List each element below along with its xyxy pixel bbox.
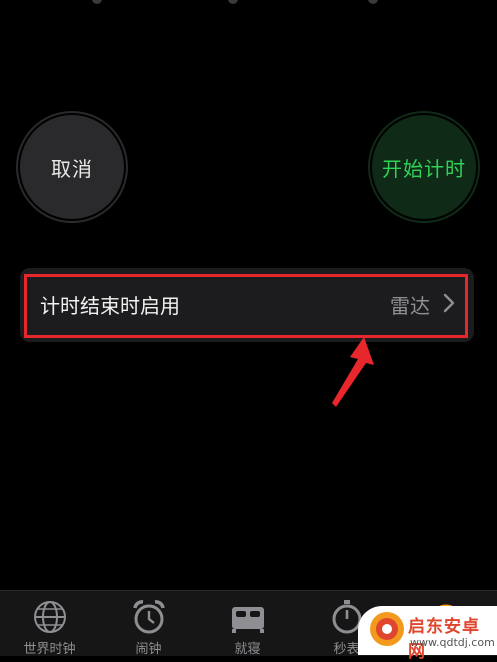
- tab-bedtime[interactable]: 就寝: [198, 591, 297, 657]
- watermark-url: www.qdtdj.com: [410, 636, 495, 649]
- tab-alarm[interactable]: 闹钟: [99, 591, 198, 657]
- time-picker-remnant[interactable]: [0, 0, 497, 12]
- tab-alarm-label: 闹钟: [135, 642, 162, 657]
- start-timer-button-label: 开始计时: [382, 156, 466, 181]
- bed-icon: [231, 607, 264, 633]
- tab-bedtime-label: 就寝: [234, 642, 261, 657]
- globe-icon: [33, 601, 66, 633]
- cancel-button[interactable]: 取消: [16, 111, 128, 223]
- tab-world-clock-label: 世界时钟: [23, 642, 76, 657]
- tab-world-clock[interactable]: 世界时钟: [0, 591, 99, 657]
- start-timer-button[interactable]: 开始计时: [368, 111, 480, 223]
- watermark-logo-icon: [370, 612, 404, 646]
- annotation-arrow-icon: [332, 337, 374, 407]
- alarm-clock-icon: [132, 600, 165, 634]
- cancel-button-label: 取消: [51, 156, 93, 181]
- site-watermark: 启东安卓网 www.qdtdj.com: [358, 606, 497, 662]
- annotation-highlight-box: [24, 274, 468, 338]
